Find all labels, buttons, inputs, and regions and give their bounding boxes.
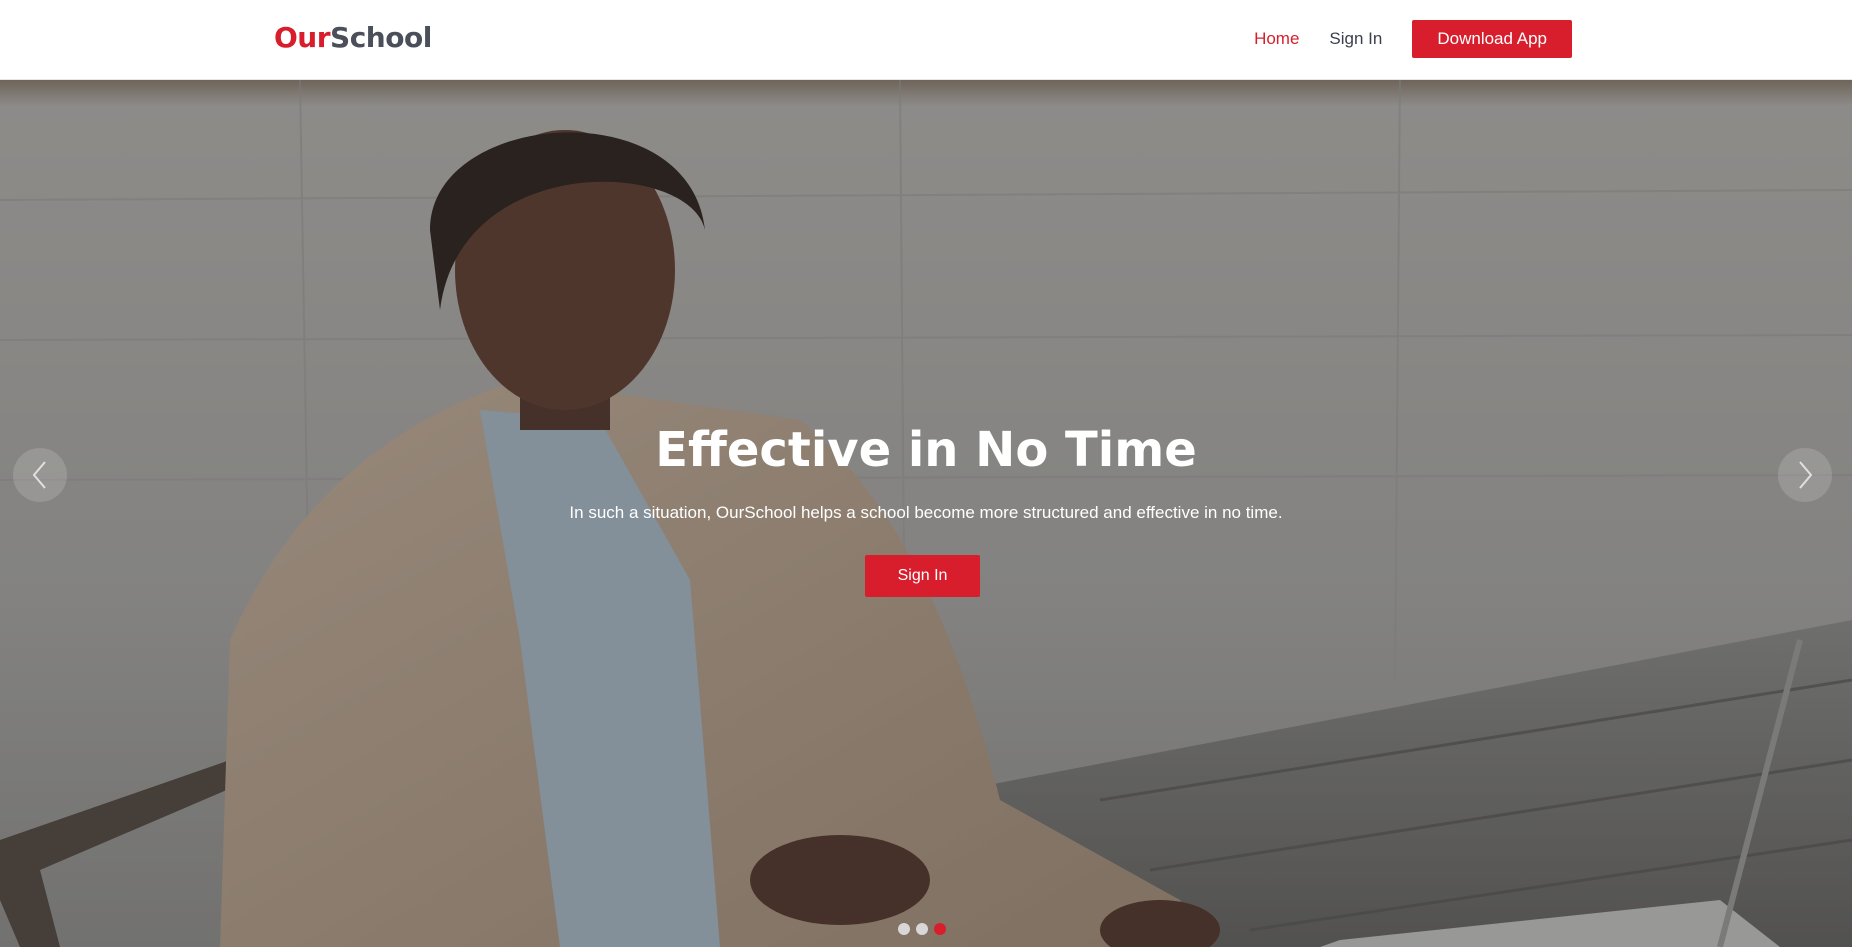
hero-subtitle: In such a situation, OurSchool helps a s… xyxy=(569,503,1283,522)
carousel-dot-2[interactable] xyxy=(916,923,928,935)
carousel-indicators xyxy=(898,923,952,935)
brand-logo-part2: School xyxy=(330,21,432,54)
chevron-left-icon xyxy=(32,461,46,489)
nav-home-link[interactable]: Home xyxy=(1254,29,1299,49)
hero-sign-in-button[interactable]: Sign In xyxy=(865,555,980,597)
hero-title: Effective in No Time xyxy=(655,422,1197,478)
brand-logo[interactable]: OurSchool xyxy=(274,18,432,58)
carousel-dot-3[interactable] xyxy=(934,923,946,935)
brand-logo-part1: Our xyxy=(274,21,331,54)
chevron-right-icon xyxy=(1799,461,1813,489)
top-navbar: OurSchool Home Sign In Download App xyxy=(0,0,1852,80)
carousel-next-button[interactable] xyxy=(1778,448,1832,502)
download-app-button[interactable]: Download App xyxy=(1412,20,1572,58)
nav-sign-in-link[interactable]: Sign In xyxy=(1329,29,1382,49)
hero-carousel: Effective in No Time In such a situation… xyxy=(0,80,1852,947)
nav-links: Home Sign In Download App xyxy=(1224,20,1572,58)
carousel-prev-button[interactable] xyxy=(13,448,67,502)
carousel-dot-1[interactable] xyxy=(898,923,910,935)
